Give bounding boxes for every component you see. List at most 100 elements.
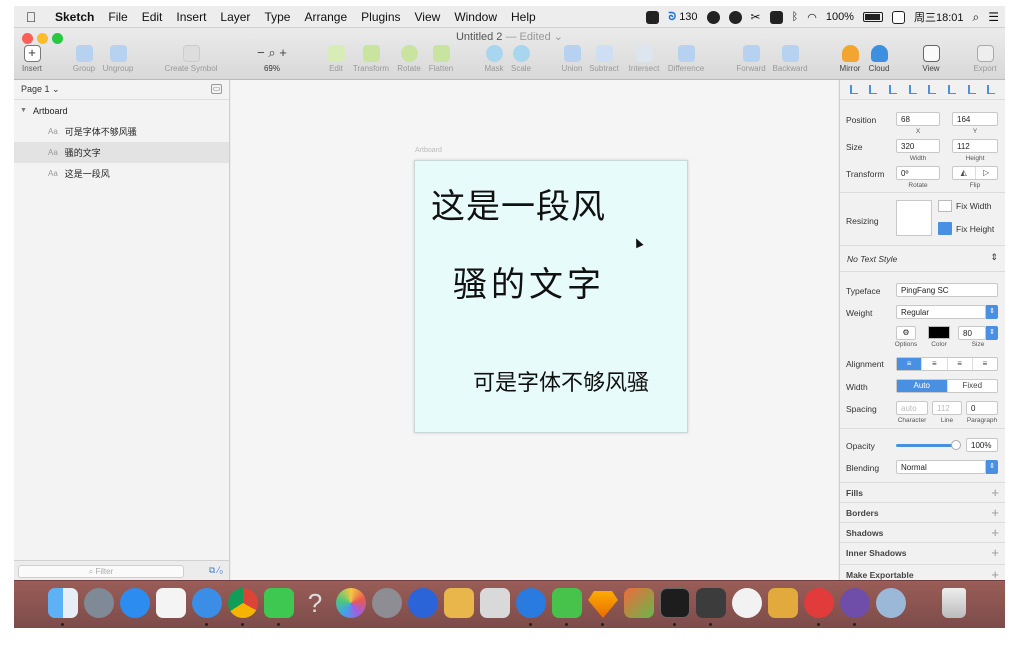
font-size-stepper-icon[interactable]: ⇕ — [986, 326, 998, 340]
add-fill-icon[interactable]: + — [991, 485, 999, 500]
view-button[interactable]: View — [905, 45, 957, 73]
clock[interactable]: 周三18:01 — [914, 9, 964, 25]
transmit-icon[interactable] — [768, 588, 798, 618]
sketch-icon[interactable] — [588, 591, 618, 618]
screen-record-icon[interactable] — [646, 10, 660, 24]
menu-app-name[interactable]: Sketch — [48, 10, 101, 24]
page-selector[interactable]: Page 1 ⌄ ▭ — [14, 80, 229, 100]
layer-item[interactable]: Aa 骚的文字 — [14, 142, 229, 163]
align-left-icon[interactable] — [849, 85, 858, 94]
layer-item[interactable]: Aa 可是字体不够风骚 — [14, 121, 229, 142]
status-app-icon[interactable] — [706, 10, 720, 24]
inner-shadows-section[interactable]: Inner Shadows + — [840, 542, 1005, 562]
difference-button[interactable]: Difference — [660, 45, 712, 73]
text-align-center-icon[interactable]: ≡ — [922, 358, 948, 370]
ungroup-button[interactable]: Ungroup — [92, 45, 144, 73]
menu-view[interactable]: View — [408, 10, 448, 24]
flip-horizontal-icon[interactable]: ◭ — [953, 167, 976, 179]
input-method-icon[interactable] — [891, 10, 905, 24]
flip-vertical-icon[interactable]: ▷ — [976, 167, 998, 179]
character-spacing-field[interactable]: auto — [896, 401, 928, 415]
align-bottom-icon[interactable] — [967, 85, 976, 94]
add-shadow-icon[interactable]: + — [991, 525, 999, 540]
y-field[interactable]: 164 — [952, 112, 998, 126]
color-swatch[interactable] — [928, 326, 950, 339]
width-auto-option[interactable]: Auto — [897, 380, 948, 392]
app-icon[interactable] — [624, 588, 654, 618]
menu-edit[interactable]: Edit — [135, 10, 170, 24]
canvas[interactable]: Artboard 这是一段风 骚的文字 可是字体不够风骚 — [231, 80, 838, 580]
height-field[interactable]: 112 — [952, 139, 998, 153]
menu-help[interactable]: Help — [504, 10, 543, 24]
finder-icon[interactable] — [48, 588, 78, 618]
network-icon[interactable] — [876, 588, 906, 618]
facetime-icon[interactable] — [264, 588, 294, 618]
rotate-field[interactable]: 0º — [896, 166, 940, 180]
github-icon[interactable] — [840, 588, 870, 618]
add-page-icon[interactable]: ▭ — [211, 84, 222, 94]
text-style-select[interactable]: No Text Style ⇕ — [840, 246, 1005, 272]
layer-artboard[interactable]: ▼ Artboard — [14, 100, 229, 121]
menu-plugins[interactable]: Plugins — [354, 10, 407, 24]
width-mode-control[interactable]: Auto Fixed — [896, 379, 998, 393]
system-preferences-icon[interactable] — [372, 588, 402, 618]
align-center-icon[interactable] — [869, 85, 878, 94]
filter-input[interactable]: ⌕ Filter — [18, 565, 184, 578]
terminal-icon[interactable] — [660, 588, 690, 618]
wifi-icon[interactable]: ◠ — [807, 11, 817, 24]
text-align-justify-icon[interactable]: ≡ — [973, 358, 997, 370]
insert-button[interactable]: + Insert — [14, 45, 58, 73]
fills-section[interactable]: Fills + — [840, 482, 1005, 502]
opacity-field[interactable]: 100% — [966, 438, 998, 452]
spotlight-search-icon[interactable]: ⌕ — [973, 10, 980, 25]
badge-icon[interactable]: ᘐ 130 — [668, 11, 697, 24]
layer-item[interactable]: Aa 这是一段风 — [14, 163, 229, 184]
menu-type[interactable]: Type — [257, 10, 297, 24]
align-right-icon[interactable] — [889, 85, 898, 94]
app-grid-icon[interactable] — [156, 588, 186, 618]
width-field[interactable]: 320 — [896, 139, 940, 153]
shield-icon[interactable] — [769, 10, 783, 24]
launchpad-icon[interactable] — [84, 588, 114, 618]
filter-options-icon[interactable]: ⧉ ⁄₀ — [209, 565, 223, 576]
shadows-section[interactable]: Shadows + — [840, 522, 1005, 542]
fix-width-toggle[interactable]: Fix Width — [938, 200, 991, 212]
qq-browser-icon[interactable] — [192, 588, 222, 618]
blending-dropdown-icon[interactable]: ⇕ — [986, 460, 998, 474]
text-alignment-control[interactable]: ≡ ≡ ≡ ≡ — [896, 357, 998, 371]
font-size-field[interactable]: 80 — [958, 326, 986, 340]
canvas-text-line1[interactable]: 这是一段风 — [431, 179, 606, 228]
menu-layer[interactable]: Layer — [213, 10, 257, 24]
align-top-icon[interactable] — [928, 85, 937, 94]
resizing-widget[interactable] — [896, 200, 932, 236]
weight-dropdown-icon[interactable]: ⇕ — [986, 305, 998, 319]
notification-center-icon[interactable]: ☰ — [988, 10, 999, 24]
weight-select[interactable]: Regular — [896, 305, 986, 319]
distribute-horizontal-icon[interactable] — [908, 85, 917, 94]
zoom-out-button[interactable]: − — [257, 45, 265, 60]
flatten-button[interactable]: Flatten — [415, 45, 467, 73]
align-middle-icon[interactable] — [947, 85, 956, 94]
sublime-text-icon[interactable] — [696, 588, 726, 618]
screen-recorder-icon[interactable] — [408, 588, 438, 618]
safari-icon[interactable] — [120, 588, 150, 618]
battery-icon[interactable] — [862, 12, 883, 22]
apple-icon[interactable]:  — [14, 9, 48, 25]
opacity-slider[interactable] — [896, 440, 961, 450]
add-border-icon[interactable]: + — [991, 505, 999, 520]
line-spacing-field[interactable]: 112 — [932, 401, 962, 415]
export-button[interactable]: Export — [959, 45, 1005, 73]
artboard[interactable]: 这是一段风 骚的文字 可是字体不够风骚 — [414, 160, 688, 433]
typeface-field[interactable]: PingFang SC — [896, 283, 998, 297]
preview-icon[interactable] — [480, 588, 510, 618]
artboard-label[interactable]: Artboard — [415, 147, 442, 154]
opacity-slider-knob[interactable] — [951, 440, 961, 450]
menu-file[interactable]: File — [101, 10, 134, 24]
trash-icon[interactable] — [942, 588, 966, 618]
canvas-text-line3[interactable]: 可是字体不够风骚 — [473, 365, 649, 397]
wechat-status-icon[interactable] — [728, 10, 742, 24]
text-align-left-icon[interactable]: ≡ — [897, 358, 923, 370]
text-align-right-icon[interactable]: ≡ — [948, 358, 973, 370]
wechat-icon[interactable] — [552, 588, 582, 618]
music-icon[interactable] — [732, 588, 762, 618]
